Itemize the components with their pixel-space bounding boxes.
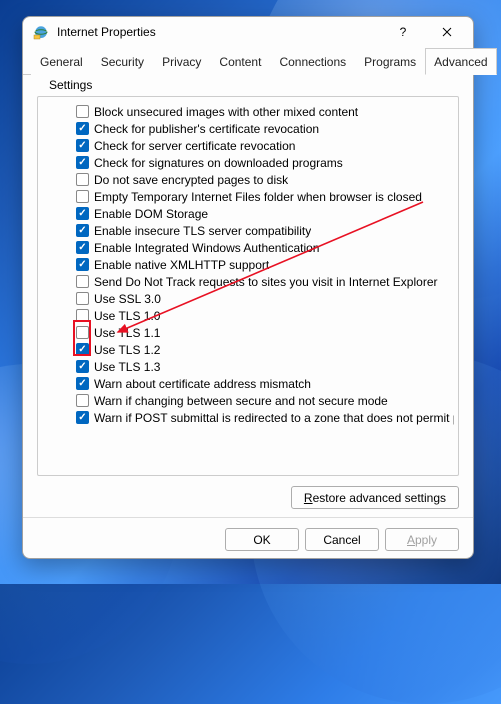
settings-label: Use TLS 1.1 xyxy=(94,326,160,340)
settings-label: Warn if changing between secure and not … xyxy=(94,394,388,408)
tab-security[interactable]: Security xyxy=(92,48,153,75)
help-button[interactable]: ? xyxy=(381,17,425,47)
checkbox[interactable] xyxy=(76,207,89,220)
tab-general[interactable]: General xyxy=(31,48,92,75)
internet-options-icon xyxy=(33,24,49,40)
settings-groupbox-label: Settings xyxy=(45,78,96,92)
checkbox[interactable] xyxy=(76,377,89,390)
tab-privacy[interactable]: Privacy xyxy=(153,48,210,75)
settings-row: Check for publisher's certificate revoca… xyxy=(76,120,454,137)
settings-row: Block unsecured images with other mixed … xyxy=(76,103,454,120)
settings-row: Use TLS 1.3 xyxy=(76,358,454,375)
settings-label: Warn about certificate address mismatch xyxy=(94,377,311,391)
ok-button[interactable]: OK xyxy=(225,528,299,551)
settings-label: Send Do Not Track requests to sites you … xyxy=(94,275,438,289)
checkbox[interactable] xyxy=(76,411,89,424)
settings-label: Enable DOM Storage xyxy=(94,207,208,221)
titlebar: Internet Properties ? xyxy=(23,17,473,47)
apply-button[interactable]: Apply xyxy=(385,528,459,551)
checkbox[interactable] xyxy=(76,275,89,288)
settings-row: Check for signatures on downloaded progr… xyxy=(76,154,454,171)
tab-content-advanced: Settings Block unsecured images with oth… xyxy=(23,75,473,517)
tab-content[interactable]: Content xyxy=(210,48,270,75)
tab-programs[interactable]: Programs xyxy=(355,48,425,75)
checkbox[interactable] xyxy=(76,258,89,271)
checkbox[interactable] xyxy=(76,309,89,322)
tab-strip: GeneralSecurityPrivacyContentConnections… xyxy=(23,47,473,75)
settings-row: Enable DOM Storage xyxy=(76,205,454,222)
checkbox[interactable] xyxy=(76,360,89,373)
tab-connections[interactable]: Connections xyxy=(270,48,355,75)
settings-row: Use TLS 1.2 xyxy=(76,341,454,358)
checkbox[interactable] xyxy=(76,292,89,305)
settings-label: Empty Temporary Internet Files folder wh… xyxy=(94,190,422,204)
checkbox[interactable] xyxy=(76,394,89,407)
settings-row: Enable native XMLHTTP support xyxy=(76,256,454,273)
settings-label: Do not save encrypted pages to disk xyxy=(94,173,288,187)
settings-row: Do not save encrypted pages to disk xyxy=(76,171,454,188)
window-title: Internet Properties xyxy=(57,25,381,39)
close-button[interactable] xyxy=(425,17,469,47)
settings-label: Check for signatures on downloaded progr… xyxy=(94,156,343,170)
settings-row: Enable insecure TLS server compatibility xyxy=(76,222,454,239)
settings-row: Check for server certificate revocation xyxy=(76,137,454,154)
checkbox[interactable] xyxy=(76,156,89,169)
settings-row: Warn if changing between secure and not … xyxy=(76,392,454,409)
settings-label: Use SSL 3.0 xyxy=(94,292,161,306)
checkbox[interactable] xyxy=(76,224,89,237)
settings-row: Send Do Not Track requests to sites you … xyxy=(76,273,454,290)
settings-row: Use TLS 1.0 xyxy=(76,307,454,324)
dialog-button-row: OK Cancel Apply xyxy=(23,517,473,563)
settings-row: Warn about certificate address mismatch xyxy=(76,375,454,392)
settings-row: Enable Integrated Windows Authentication xyxy=(76,239,454,256)
checkbox[interactable] xyxy=(76,326,89,339)
settings-label: Use TLS 1.0 xyxy=(94,309,160,323)
settings-groupbox: Block unsecured images with other mixed … xyxy=(37,96,459,476)
checkbox[interactable] xyxy=(76,241,89,254)
checkbox[interactable] xyxy=(76,122,89,135)
settings-label: Enable insecure TLS server compatibility xyxy=(94,224,311,238)
settings-row: Warn if POST submittal is redirected to … xyxy=(76,409,454,426)
settings-row: Use TLS 1.1 xyxy=(76,324,454,341)
settings-label: Warn if POST submittal is redirected to … xyxy=(94,411,454,425)
settings-label: Enable native XMLHTTP support xyxy=(94,258,269,272)
svg-text:?: ? xyxy=(400,26,407,38)
checkbox[interactable] xyxy=(76,190,89,203)
settings-label: Block unsecured images with other mixed … xyxy=(94,105,358,119)
settings-label: Check for server certificate revocation xyxy=(94,139,295,153)
checkbox[interactable] xyxy=(76,139,89,152)
settings-list[interactable]: Block unsecured images with other mixed … xyxy=(38,103,458,469)
restore-advanced-settings-button[interactable]: Restore advanced settings xyxy=(291,486,459,509)
checkbox[interactable] xyxy=(76,173,89,186)
settings-label: Use TLS 1.2 xyxy=(94,343,160,357)
settings-label: Enable Integrated Windows Authentication xyxy=(94,241,319,255)
checkbox[interactable] xyxy=(76,105,89,118)
cancel-button[interactable]: Cancel xyxy=(305,528,379,551)
internet-properties-dialog: Internet Properties ? GeneralSecurityPri… xyxy=(22,16,474,559)
settings-label: Check for publisher's certificate revoca… xyxy=(94,122,319,136)
settings-row: Empty Temporary Internet Files folder wh… xyxy=(76,188,454,205)
settings-row: Use SSL 3.0 xyxy=(76,290,454,307)
settings-label: Use TLS 1.3 xyxy=(94,360,160,374)
tab-advanced[interactable]: Advanced xyxy=(425,48,496,75)
checkbox[interactable] xyxy=(76,343,89,356)
